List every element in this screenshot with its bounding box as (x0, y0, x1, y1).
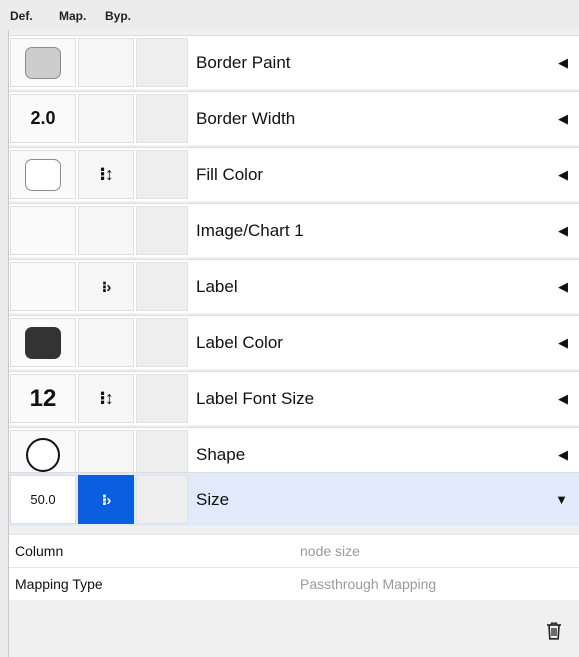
column-mapping-label[interactable]: Map. (59, 9, 86, 23)
default-value-cell[interactable]: 2.0 (10, 94, 76, 143)
property-row-image-chart[interactable]: Image/Chart 1 ◀ (9, 203, 579, 257)
default-value: 2.0 (30, 108, 56, 128)
expand-arrow-icon[interactable]: ◀ (558, 372, 568, 426)
expand-arrow-icon[interactable]: ◀ (558, 316, 568, 370)
detail-value[interactable]: Passthrough Mapping (300, 568, 436, 601)
bypass-cell[interactable] (136, 318, 188, 367)
column-default-label[interactable]: Def. (10, 9, 33, 23)
mapping-cell[interactable] (78, 94, 134, 143)
visual-property-panel: Border Paint ◀ 2.0 Border Width ◀ ⁝↕ Fil… (8, 30, 579, 657)
default-value-cell[interactable]: 50.0 (10, 475, 76, 524)
mapping-detail-row-column[interactable]: Column node size (9, 534, 579, 567)
bypass-cell[interactable] (136, 475, 188, 524)
property-row-fill-color[interactable]: ⁝↕ Fill Color ◀ (9, 147, 579, 201)
expand-arrow-icon[interactable]: ◀ (558, 204, 568, 258)
passthrough-mapping-icon: ⁝› (101, 278, 112, 296)
collapse-arrow-icon[interactable]: ▼ (555, 473, 568, 527)
bypass-cell[interactable] (136, 38, 188, 87)
property-row-label[interactable]: ⁝› Label ◀ (9, 259, 579, 313)
column-header: Def. Map. Byp. (0, 0, 579, 30)
default-value-cell[interactable] (10, 318, 76, 367)
property-name: Fill Color (196, 165, 264, 184)
ellipse-shape-icon (26, 437, 60, 472)
bypass-cell[interactable] (136, 206, 188, 255)
mapping-cell[interactable]: ⁝› (78, 262, 134, 311)
property-name: Label Color (196, 333, 283, 352)
continuous-mapping-icon: ⁝↕ (99, 164, 114, 184)
continuous-mapping-icon: ⁝↕ (99, 388, 114, 408)
mapping-cell[interactable]: ⁝› (78, 475, 134, 524)
default-value-cell[interactable] (10, 150, 76, 199)
passthrough-mapping-icon: ⁝› (101, 491, 112, 509)
property-row-size[interactable]: 50.0 ⁝› Size ▼ (9, 472, 579, 526)
detail-value[interactable]: node size (300, 535, 360, 568)
property-name: Border Paint (196, 53, 291, 72)
property-name: Border Width (196, 109, 296, 128)
mapping-cell[interactable]: ⁝↕ (78, 150, 134, 199)
property-row-label-font-size[interactable]: 12 ⁝↕ Label Font Size ◀ (9, 371, 579, 425)
color-swatch (25, 158, 61, 191)
expand-arrow-icon[interactable]: ◀ (558, 148, 568, 202)
property-name: Label Font Size (196, 389, 315, 408)
bypass-cell[interactable] (136, 94, 188, 143)
mapping-cell[interactable] (78, 206, 134, 255)
mapping-cell[interactable] (78, 38, 134, 87)
mapping-cell[interactable]: ⁝↕ (78, 374, 134, 423)
property-name: Label (196, 277, 238, 296)
expand-arrow-icon[interactable]: ◀ (558, 260, 568, 314)
bypass-cell[interactable] (136, 262, 188, 311)
color-swatch (25, 46, 61, 79)
bypass-cell[interactable] (136, 374, 188, 423)
trash-icon[interactable] (546, 622, 562, 640)
mapping-detail-row-type[interactable]: Mapping Type Passthrough Mapping (9, 567, 579, 600)
color-swatch (25, 326, 61, 359)
expand-arrow-icon[interactable]: ◀ (558, 92, 568, 146)
column-bypass-label[interactable]: Byp. (105, 9, 131, 23)
default-value: 50.0 (30, 492, 56, 507)
expand-arrow-icon[interactable]: ◀ (558, 36, 568, 90)
default-value-cell[interactable]: 12 (10, 374, 76, 423)
mapping-cell[interactable] (78, 318, 134, 367)
property-name: Image/Chart 1 (196, 221, 304, 240)
property-name: Size (196, 490, 230, 509)
detail-key: Mapping Type (15, 576, 103, 592)
default-value-cell[interactable] (10, 38, 76, 87)
property-row-border-paint[interactable]: Border Paint ◀ (9, 35, 579, 89)
detail-key: Column (15, 543, 64, 559)
default-value-cell[interactable] (10, 206, 76, 255)
bypass-cell[interactable] (136, 150, 188, 199)
property-row-label-color[interactable]: Label Color ◀ (9, 315, 579, 369)
property-row-border-width[interactable]: 2.0 Border Width ◀ (9, 91, 579, 145)
default-value-cell[interactable] (10, 262, 76, 311)
default-value: 12 (29, 384, 57, 412)
